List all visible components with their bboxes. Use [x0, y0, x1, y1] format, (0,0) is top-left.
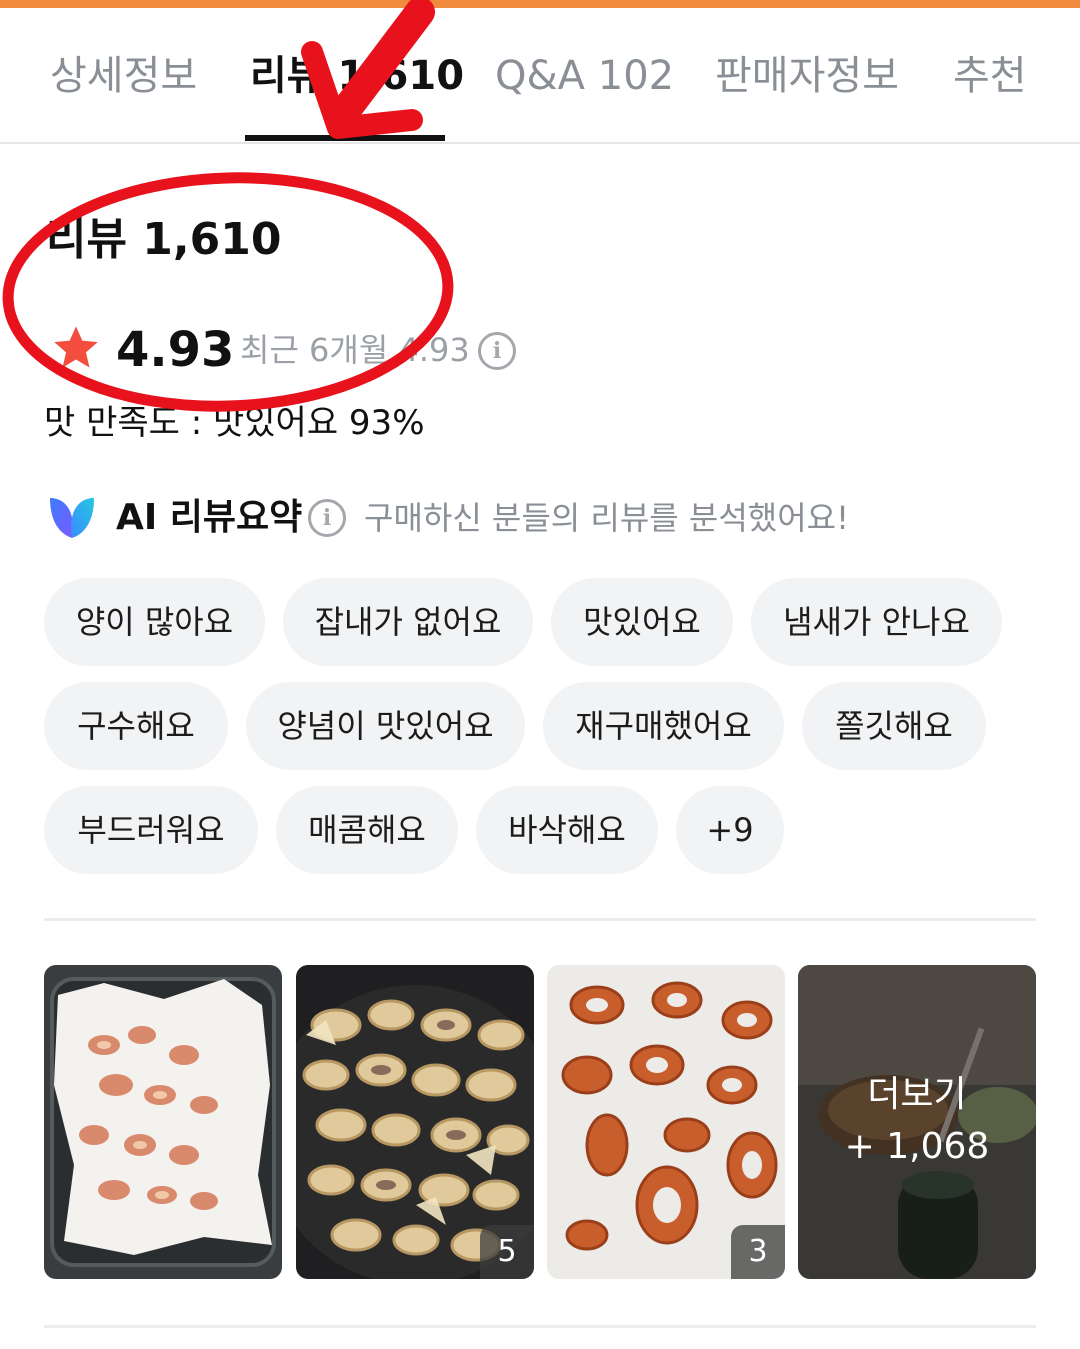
info-icon[interactable]: i [478, 332, 516, 370]
tag-chip[interactable]: 재구매했어요 [543, 682, 784, 770]
photo-count-badge: 3 [731, 1225, 785, 1279]
more-photos-label: 더보기 [867, 1074, 967, 1115]
tab-qna[interactable]: Q&A 102 [495, 50, 674, 102]
ai-logo-icon [50, 498, 94, 538]
review-photo-more[interactable]: 더보기 + 1,068 [798, 965, 1036, 1279]
ai-summary-description: 구매하신 분들의 리뷰를 분석했어요! [364, 499, 849, 537]
tab-recommend[interactable]: 추천 [953, 50, 1027, 102]
tag-chip[interactable]: 쫄깃해요 [802, 682, 986, 770]
tag-chip[interactable]: 바삭해요 [476, 786, 658, 874]
review-photo[interactable] [44, 965, 282, 1279]
tag-chip[interactable]: 냄새가 안나요 [751, 578, 1002, 666]
tab-seller-info[interactable]: 판매자정보 [715, 50, 899, 102]
tag-chip[interactable]: 매콤해요 [276, 786, 458, 874]
section-divider [44, 918, 1036, 921]
photo-count-badge: 5 [480, 1225, 534, 1279]
tag-chip[interactable]: 잡내가 없어요 [283, 578, 533, 666]
tag-chip[interactable]: 양념이 맛있어요 [246, 682, 525, 770]
taste-satisfaction: 맛 만족도 : 맛있어요 93% [44, 403, 425, 443]
star-icon [54, 326, 98, 368]
tag-chip[interactable]: 양이 많아요 [44, 578, 265, 666]
section-divider [44, 1325, 1036, 1328]
more-tags-chip[interactable]: +9 [676, 786, 784, 874]
more-photos-count: + 1,068 [844, 1126, 990, 1167]
ai-summary-title: AI 리뷰요약 [116, 497, 303, 538]
ai-info-icon[interactable]: i [308, 499, 346, 537]
average-rating: 4.93 [116, 322, 235, 378]
review-photo[interactable]: 5 [296, 965, 534, 1279]
ai-summary-header: AI 리뷰요약 i 구매하신 분들의 리뷰를 분석했어요! [46, 490, 1046, 546]
tag-chip[interactable]: 맛있어요 [551, 578, 733, 666]
more-photos-overlay [798, 965, 1036, 1279]
review-photo[interactable]: 3 [547, 965, 785, 1279]
tab-bar: 상세정보 리뷰 1,610 Q&A 102 판매자정보 추천 [0, 8, 1080, 144]
top-accent-strip [0, 0, 1080, 8]
review-count-title: 리뷰 1,610 [46, 214, 282, 265]
tag-chip[interactable]: 구수해요 [44, 682, 228, 770]
tab-detail-info[interactable]: 상세정보 [50, 50, 197, 102]
tag-chip[interactable]: 부드러워요 [44, 786, 258, 874]
active-tab-indicator [245, 135, 445, 141]
tab-reviews[interactable]: 리뷰 1,610 [250, 50, 464, 102]
recent-rating: 최근 6개월 4.93 [240, 331, 470, 369]
